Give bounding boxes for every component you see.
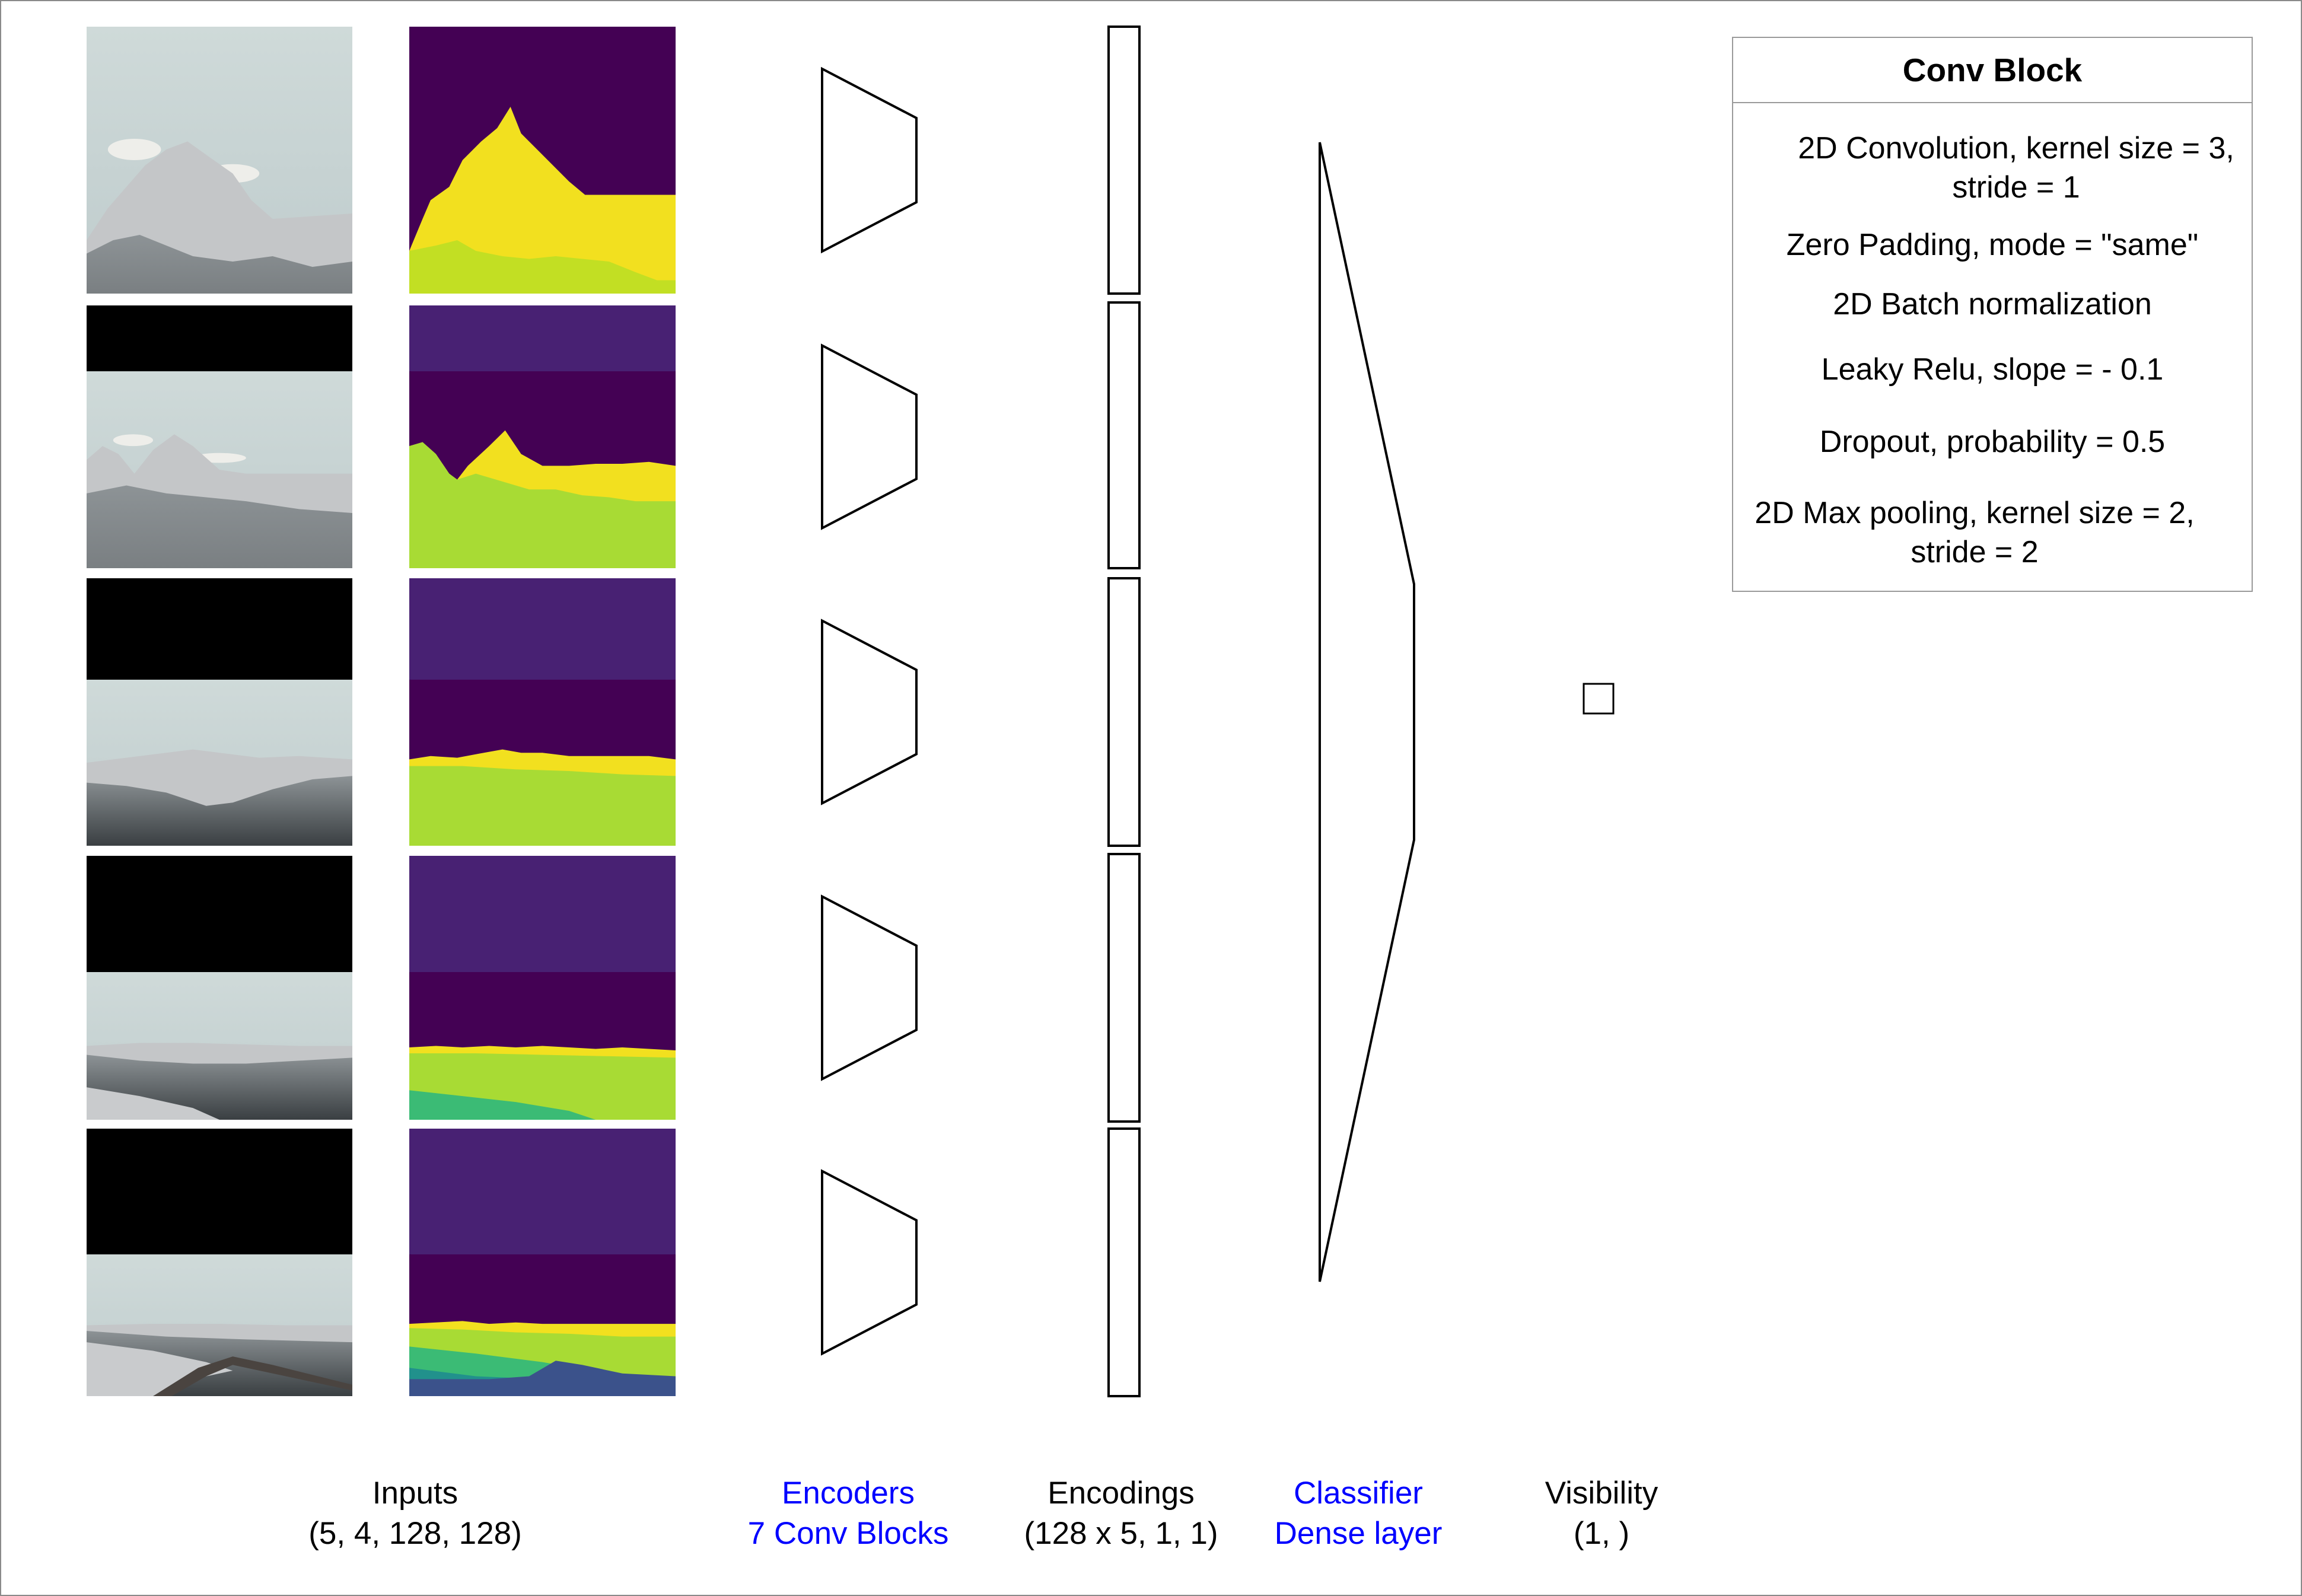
- stage-shape: (1, ): [1573, 1516, 1630, 1551]
- conv-block-item-line: stride = 1: [1952, 170, 2080, 205]
- stage-label-visibility: Visibility (1, ): [1545, 1473, 1658, 1554]
- stage-label-encoders: Encoders 7 Conv Blocks: [748, 1473, 949, 1554]
- encoder-trapezoid: [821, 66, 918, 254]
- stage-label-classifier: Classifier Dense layer: [1275, 1473, 1443, 1554]
- encoder-trapezoid: [821, 619, 918, 805]
- conv-block-item-line: 2D Max pooling, kernel size = 2,: [1755, 496, 2195, 530]
- stage-shape: (5, 4, 128, 128): [308, 1516, 522, 1551]
- encoder-trapezoid: [821, 894, 918, 1081]
- conv-block-item-line: Dropout, probability = 0.5: [1819, 425, 2166, 459]
- encoder-trapezoid: [821, 343, 918, 530]
- stage-label-encodings: Encodings (128 x 5, 1, 1): [1024, 1473, 1218, 1554]
- conv-block-item: Leaky Relu, slope = - 0.1: [1733, 350, 2252, 389]
- stage-shape: Dense layer: [1274, 1516, 1443, 1551]
- stage-name: Visibility: [1545, 1476, 1658, 1511]
- stage-shape: 7 Conv Blocks: [747, 1516, 949, 1551]
- encoder-trapezoid: [821, 1169, 918, 1356]
- stage-name: Encodings: [1047, 1476, 1195, 1511]
- stage-name: Inputs: [372, 1476, 459, 1511]
- encoding-vector: [1107, 26, 1141, 295]
- encoding-vector: [1107, 853, 1141, 1123]
- conv-block-item-line: 2D Convolution, kernel size = 3,: [1798, 131, 2234, 165]
- stage-label-inputs: Inputs (5, 4, 128, 128): [308, 1473, 521, 1554]
- classifier-dense-layer: [1319, 142, 1415, 1282]
- conv-block-item: 2D Convolution, kernel size = 3, stride =…: [1757, 129, 2275, 207]
- conv-block-legend: Conv Block 2D Convolution, kernel size =…: [1732, 37, 2253, 592]
- stage-name: Encoders: [782, 1476, 915, 1511]
- stage-name: Classifier: [1294, 1476, 1423, 1511]
- conv-block-item: Zero Padding, mode = "same": [1733, 225, 2252, 265]
- conv-block-item-line: 2D Batch normalization: [1833, 287, 2152, 321]
- encoding-vector: [1107, 1127, 1141, 1397]
- encoding-vector: [1107, 577, 1141, 847]
- conv-block-item: Dropout, probability = 0.5: [1733, 422, 2252, 461]
- visibility-output: [1583, 683, 1615, 715]
- conv-block-item-line: Zero Padding, mode = "same": [1786, 228, 2199, 262]
- encoding-vector: [1107, 301, 1141, 569]
- conv-block-item: 2D Batch normalization: [1733, 285, 2252, 324]
- conv-block-item-line: Leaky Relu, slope = - 0.1: [1821, 352, 2164, 387]
- conv-block-title: Conv Block: [1733, 38, 2252, 103]
- conv-block-item-line: stride = 2: [1911, 535, 2039, 569]
- stage-shape: (128 x 5, 1, 1): [1024, 1516, 1218, 1551]
- conv-block-item: 2D Max pooling, kernel size = 2, stride =…: [1715, 493, 2234, 572]
